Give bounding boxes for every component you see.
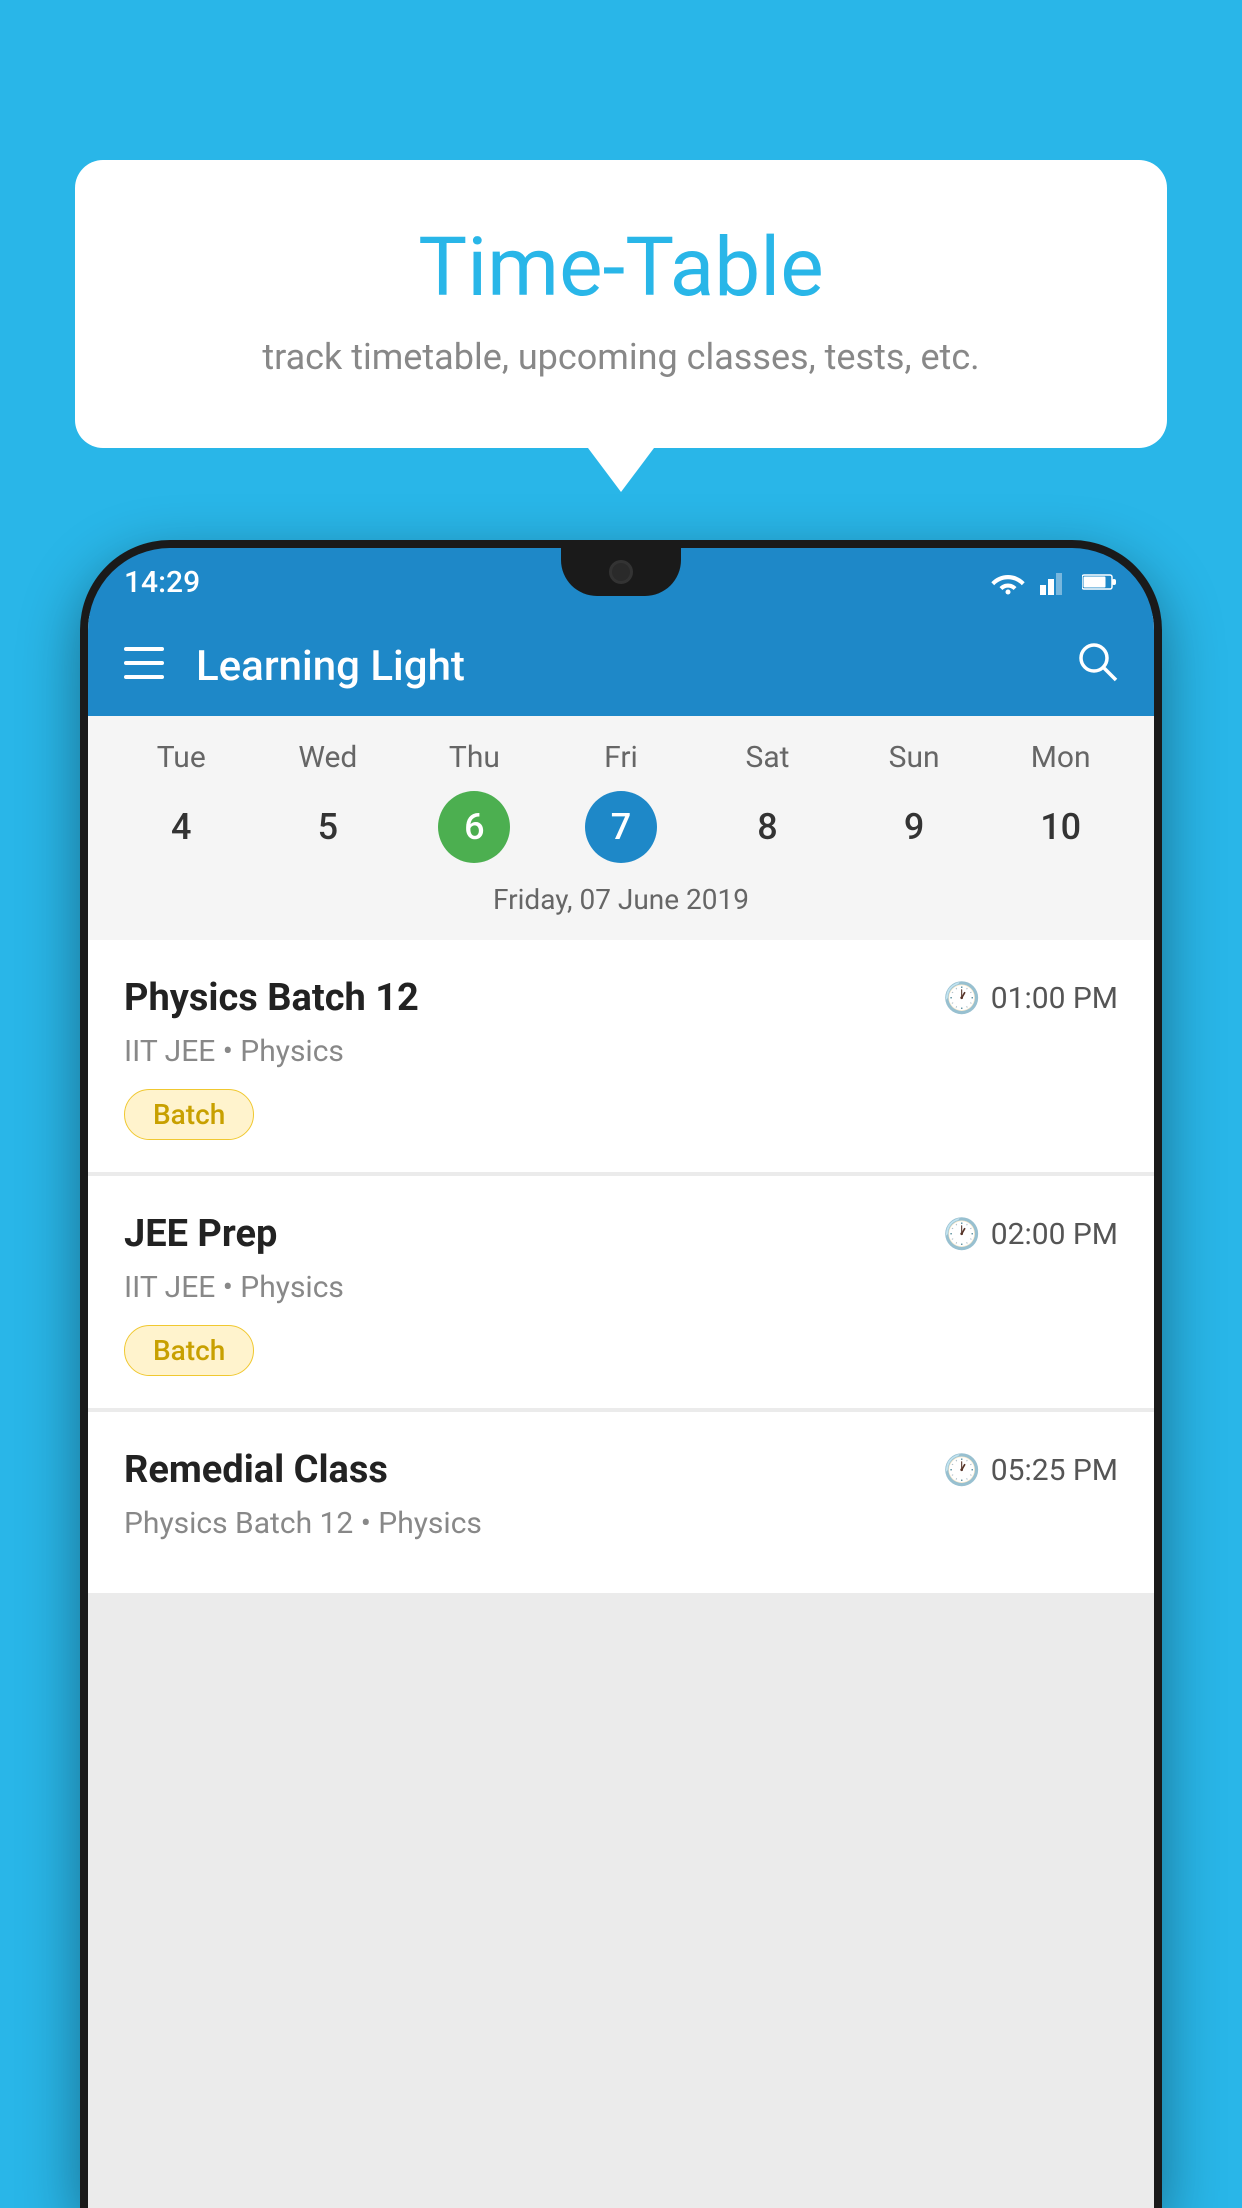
class-time-2: 🕐 02:00 PM bbox=[943, 1217, 1118, 1252]
class-item-header: Physics Batch 12 🕐 01:00 PM bbox=[124, 976, 1118, 1020]
wifi-icon bbox=[990, 569, 1026, 595]
day-10[interactable]: 10 bbox=[1025, 791, 1097, 863]
day-9[interactable]: 9 bbox=[878, 791, 950, 863]
day-numbers: 4 5 6 7 8 9 10 bbox=[108, 791, 1134, 863]
day-6-today[interactable]: 6 bbox=[438, 791, 510, 863]
day-header-wed: Wed bbox=[261, 740, 394, 775]
phone-frame: 14:29 bbox=[80, 540, 1162, 2208]
class-subject-3: Physics Batch 12 • Physics bbox=[124, 1506, 1118, 1541]
day-header-sun: Sun bbox=[847, 740, 980, 775]
day-8[interactable]: 8 bbox=[732, 791, 804, 863]
day-header-fri: Fri bbox=[554, 740, 687, 775]
class-subject-2: IIT JEE • Physics bbox=[124, 1270, 1118, 1305]
batch-badge-1: Batch bbox=[124, 1089, 254, 1140]
page-background: Time-Table track timetable, upcoming cla… bbox=[0, 0, 1242, 2208]
day-header-sat: Sat bbox=[701, 740, 834, 775]
class-name-3: Remedial Class bbox=[124, 1448, 388, 1492]
class-time-3: 🕐 05:25 PM bbox=[943, 1453, 1118, 1488]
class-list: Physics Batch 12 🕐 01:00 PM IIT JEE • Ph… bbox=[88, 940, 1154, 2208]
class-name-2: JEE Prep bbox=[124, 1212, 277, 1256]
day-header-tue: Tue bbox=[115, 740, 248, 775]
clock-icon-1: 🕐 bbox=[943, 981, 980, 1016]
class-name-1: Physics Batch 12 bbox=[124, 976, 419, 1020]
class-item-header-2: JEE Prep 🕐 02:00 PM bbox=[124, 1212, 1118, 1256]
calendar-strip: Tue Wed Thu Fri Sat Sun Mon 4 5 6 7 8 bbox=[88, 716, 1154, 940]
class-time-1: 🕐 01:00 PM bbox=[943, 981, 1118, 1016]
clock-icon-2: 🕐 bbox=[943, 1217, 980, 1252]
status-time: 14:29 bbox=[124, 565, 200, 600]
notch bbox=[561, 548, 681, 596]
tooltip-subtitle: track timetable, upcoming classes, tests… bbox=[125, 336, 1117, 378]
class-item-physics-batch-12[interactable]: Physics Batch 12 🕐 01:00 PM IIT JEE • Ph… bbox=[88, 940, 1154, 1172]
search-icon[interactable] bbox=[1076, 640, 1118, 693]
status-bar: 14:29 bbox=[88, 548, 1154, 616]
batch-badge-2: Batch bbox=[124, 1325, 254, 1376]
day-headers: Tue Wed Thu Fri Sat Sun Mon bbox=[108, 740, 1134, 775]
phone-screen: Learning Light Tue Wed Thu Fri bbox=[88, 616, 1154, 2208]
camera-icon bbox=[609, 560, 633, 584]
status-icons bbox=[990, 569, 1118, 595]
class-subject-1: IIT JEE • Physics bbox=[124, 1034, 1118, 1069]
day-header-thu: Thu bbox=[408, 740, 541, 775]
signal-icon bbox=[1040, 569, 1068, 595]
class-item-remedial[interactable]: Remedial Class 🕐 05:25 PM Physics Batch … bbox=[88, 1412, 1154, 1593]
day-header-mon: Mon bbox=[994, 740, 1127, 775]
app-title: Learning Light bbox=[196, 642, 1044, 691]
app-bar: Learning Light bbox=[88, 616, 1154, 716]
tooltip-title: Time-Table bbox=[125, 220, 1117, 316]
class-item-jee-prep[interactable]: JEE Prep 🕐 02:00 PM IIT JEE • Physics Ba… bbox=[88, 1176, 1154, 1408]
day-5[interactable]: 5 bbox=[292, 791, 364, 863]
battery-icon bbox=[1082, 572, 1118, 592]
hamburger-icon[interactable] bbox=[124, 645, 164, 687]
clock-icon-3: 🕐 bbox=[943, 1453, 980, 1488]
class-item-header-3: Remedial Class 🕐 05:25 PM bbox=[124, 1448, 1118, 1492]
day-4[interactable]: 4 bbox=[145, 791, 217, 863]
day-7-selected[interactable]: 7 bbox=[585, 791, 657, 863]
selected-date-label: Friday, 07 June 2019 bbox=[108, 883, 1134, 924]
phone-inner: 14:29 bbox=[88, 548, 1154, 2208]
tooltip-card: Time-Table track timetable, upcoming cla… bbox=[75, 160, 1167, 448]
